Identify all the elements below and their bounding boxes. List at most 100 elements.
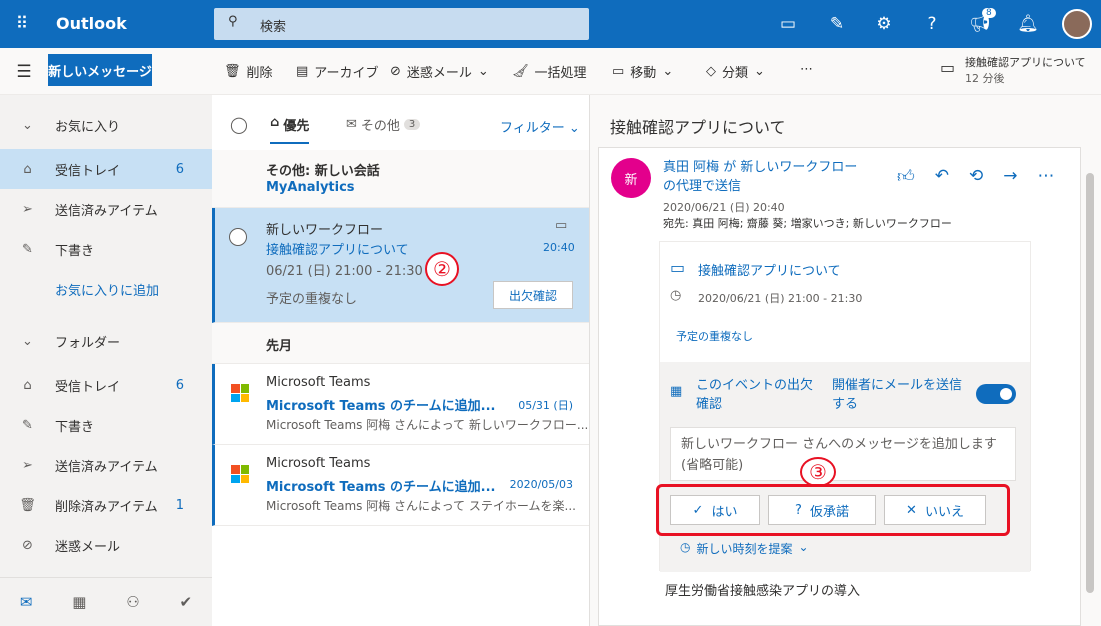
conflict-link[interactable]: 予定の重複なし xyxy=(676,328,753,344)
rsvp-panel: ▦ このイベントの出欠確認 開催者にメールを送信する 新しいワークフロー さんへ… xyxy=(656,362,1030,572)
command-bar: ☰ 新しいメッセージ 🗑︎ 削除 ▤ アーカイブ ⊘ 迷惑メール ⌄ 🧹︎ 一括処理 ▭ 移… xyxy=(0,48,1101,95)
select-all-icon[interactable]: ◯ xyxy=(230,115,248,134)
search-input[interactable]: ⚲ 検索 xyxy=(214,8,589,40)
favorites-header[interactable]: ⌄ お気に入り xyxy=(0,105,212,145)
list-item[interactable]: Microsoft Teams Microsoft Teams のチームに追加.… xyxy=(212,445,589,526)
group-header: 先月 xyxy=(212,323,589,364)
archive-button[interactable]: ▤ アーカイブ xyxy=(296,62,379,81)
todo-check-icon[interactable]: ✔ xyxy=(180,593,193,611)
rsvp-message-input[interactable]: 新しいワークフロー さんへのメッセージを追加します (省略可能) xyxy=(670,427,1016,481)
app-launcher-icon[interactable]: ⠿ xyxy=(10,12,34,36)
propose-time-button[interactable]: ◷ 新しい時刻を提案 ⌄ xyxy=(680,540,809,557)
reply-all-icon[interactable]: ⟲ xyxy=(969,166,983,187)
sidebar-item-folder-sent[interactable]: ➢ 送信済みアイテム xyxy=(0,445,212,485)
clock-icon: ◷ xyxy=(680,540,691,554)
avatar[interactable] xyxy=(1062,9,1092,39)
bell-icon[interactable]: 🔔︎ xyxy=(1016,12,1040,36)
calendar-icon[interactable]: ▦ xyxy=(72,593,86,611)
settings-gear-icon[interactable]: ⚙ xyxy=(872,12,896,36)
forward-icon[interactable]: → xyxy=(1003,166,1017,187)
junk-button[interactable]: ⊘ 迷惑メール ⌄ xyxy=(390,62,489,81)
add-favorite-link[interactable]: お気に入りに追加 xyxy=(0,269,212,309)
sender: MyAnalytics xyxy=(266,180,355,195)
subject: Microsoft Teams のチームに追加... xyxy=(266,399,496,414)
sidebar-item-inbox[interactable]: ⌂ 受信トレイ 6 xyxy=(0,149,212,189)
folder-pane: ⌄ お気に入り ⌂ 受信トレイ 6 ➢ 送信済みアイテム ✎ 下書き お気に入りに追加 ⌄… xyxy=(0,95,212,626)
sweep-button[interactable]: 🧹︎ 一括処理 xyxy=(512,62,587,81)
title: その他: 新しい会話 xyxy=(266,164,380,179)
tab-other[interactable]: ✉ その他 3 xyxy=(346,115,421,134)
subject: 接触確認アプリについて xyxy=(266,243,409,258)
label: 仮承諾 xyxy=(809,504,849,520)
microsoft-logo-icon xyxy=(231,384,249,402)
sidebar-item-deleted[interactable]: 🗑︎ 削除済みアイテム 1 xyxy=(0,485,212,525)
people-icon[interactable]: ⚇ xyxy=(126,593,139,611)
list-item[interactable]: Microsoft Teams Microsoft Teams のチームに追加.… xyxy=(212,364,589,445)
sidebar-item-folder-drafts[interactable]: ✎ 下書き xyxy=(0,405,212,445)
message-body: 厚生労働省接触感染アプリの導入 xyxy=(665,584,861,599)
label: 優先 xyxy=(283,119,310,134)
subject: Microsoft Teams のチームに追加... xyxy=(266,480,496,495)
tentative-button[interactable]: ? 仮承諾 xyxy=(768,495,876,525)
mail-icon[interactable]: ✉ xyxy=(20,593,33,611)
label: 新しい時刻を提案 xyxy=(696,542,793,556)
other-new-conversation[interactable]: その他: 新しい会話 MyAnalytics xyxy=(212,150,589,208)
reminder-title[interactable]: 接触確認アプリについて xyxy=(965,54,1086,70)
accept-button[interactable]: ✓ はい xyxy=(670,495,760,525)
top-bar: ⠿ Outlook ⚲ 検索 ▭ ✎ ⚙ ? 📢︎ 8 🔔︎ xyxy=(0,0,1101,48)
sender-name[interactable]: 真田 阿梅 が 新しいワークフロー の代理で送信 xyxy=(663,158,873,196)
label: その他 xyxy=(360,119,400,134)
like-icon[interactable]: 👍︎ xyxy=(897,166,915,187)
tab-focused[interactable]: ⌂ 優先 xyxy=(270,115,310,144)
move-button[interactable]: ▭ 移動 ⌄ xyxy=(612,62,673,81)
reply-icon[interactable]: ↶ xyxy=(935,166,949,187)
sidebar-item-drafts[interactable]: ✎ 下書き xyxy=(0,229,212,269)
chevron-down-icon: ⌄ xyxy=(477,64,489,79)
message-list: ◯ ⌂ 優先 ✉ その他 3 フィルター ⌄ その他: 新しい会話 MyAnalyti… xyxy=(212,95,590,626)
more-icon[interactable]: ⋯ xyxy=(1038,166,1055,187)
decline-button[interactable]: ✕ いいえ xyxy=(884,495,986,525)
date: 2020/05/03 xyxy=(509,478,573,491)
more-button[interactable]: ⋯ xyxy=(800,62,813,77)
message-actions: 👍︎ ↶ ⟲ → ⋯ xyxy=(897,166,1055,187)
to-list[interactable]: 真田 阿梅; 齋藤 葵; 増家いつき; 新しいワークフロー xyxy=(692,217,952,230)
event-title[interactable]: 接触確認アプリについて xyxy=(698,260,841,279)
sidebar-item-junk[interactable]: ⊘ 迷惑メール xyxy=(0,525,212,565)
chevron-down-icon: ⌄ xyxy=(22,117,33,133)
trash-icon: 🗑︎ xyxy=(19,497,36,513)
conversation-title: 接触確認アプリについて xyxy=(610,118,786,137)
block-icon: ⊘ xyxy=(390,64,401,79)
x-icon: ✕ xyxy=(906,502,917,518)
todo-icon[interactable]: ✎ xyxy=(825,12,849,36)
calendar-icon: ▭ xyxy=(555,218,568,233)
send-email-toggle[interactable] xyxy=(976,384,1016,404)
rsvp-button[interactable]: 出欠確認 xyxy=(493,281,573,309)
chevron-down-icon: ⌄ xyxy=(754,64,765,79)
select-checkbox[interactable] xyxy=(229,228,247,246)
question-icon: ? xyxy=(795,502,802,518)
sidebar-item-sent[interactable]: ➢ 送信済みアイテム xyxy=(0,189,212,229)
block-icon: ⊘ xyxy=(22,537,33,553)
inbox-icon: ⌂ xyxy=(23,377,32,393)
event-time: 2020/06/21 (日) 21:00 - 21:30 xyxy=(698,292,863,305)
move-label: 移動 xyxy=(630,66,657,81)
hamburger-menu-icon[interactable]: ☰ xyxy=(12,60,36,84)
chevron-down-icon: ⌄ xyxy=(662,64,674,79)
inbox-icon: ⌂ xyxy=(23,161,32,177)
delete-button[interactable]: 🗑︎ 削除 xyxy=(224,62,273,81)
filter-button[interactable]: フィルター ⌄ xyxy=(500,117,580,136)
teams-chat-icon[interactable]: ▭ xyxy=(776,12,800,36)
inbox-icon: ⌂ xyxy=(270,115,280,130)
list-item-selected[interactable]: 新しいワークフロー ▭ 接触確認アプリについて 20:40 06/21 (日) … xyxy=(212,208,589,323)
categorize-button[interactable]: ◇ 分類 ⌄ xyxy=(706,62,765,81)
new-message-button[interactable]: 新しいメッセージ xyxy=(48,54,152,86)
clock-icon: ◷ xyxy=(670,288,682,303)
help-icon[interactable]: ? xyxy=(920,12,944,36)
scrollbar[interactable] xyxy=(1086,165,1096,625)
send-icon: ➢ xyxy=(22,201,33,217)
sidebar-item-folder-inbox[interactable]: ⌂ 受信トレイ 6 xyxy=(0,365,212,405)
step-marker: ② xyxy=(425,252,459,286)
label: 送信済みアイテム xyxy=(55,459,158,475)
preview: Microsoft Teams 阿梅 さんによって 新しいワークフロー... xyxy=(266,418,589,432)
folders-header[interactable]: ⌄ フォルダー xyxy=(0,321,212,361)
